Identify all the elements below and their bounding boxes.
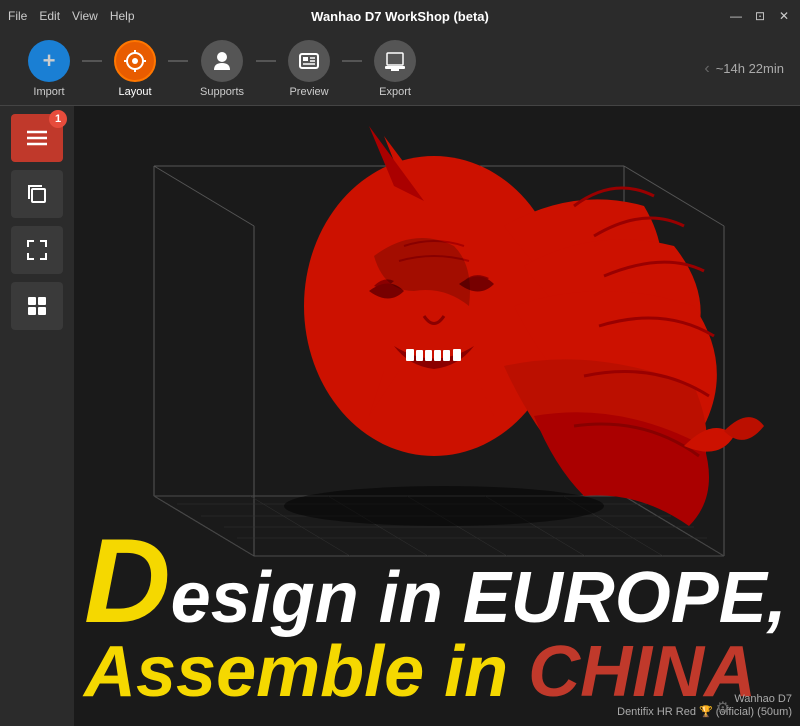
layout-label: Layout [118, 86, 151, 98]
time-value: ~14h 22min [716, 61, 784, 76]
export-icon [374, 40, 416, 82]
toolbar: + Import Layout Supports [0, 32, 800, 106]
promo-big-d: D [84, 514, 171, 648]
sidebar: 1 [0, 106, 74, 726]
time-arrow-icon: ‹ [704, 60, 709, 78]
toolbar-import[interactable]: + Import [16, 34, 82, 104]
toolbar-connector-2 [168, 60, 188, 62]
import-icon: + [28, 40, 70, 82]
printer-model: Wanhao D7 [617, 693, 792, 705]
sidebar-copy-button[interactable] [11, 170, 63, 218]
layers-badge: 1 [49, 110, 67, 128]
menu-bar[interactable]: File Edit View Help [8, 9, 135, 23]
promo-text: Design in EUROPE, Assemble in CHINA [74, 524, 800, 706]
maximize-button[interactable]: ⊡ [752, 8, 768, 24]
preview-label: Preview [289, 86, 328, 98]
window-title: Wanhao D7 WorkShop (beta) [311, 9, 489, 24]
menu-help[interactable]: Help [110, 9, 135, 23]
toolbar-connector-4 [342, 60, 362, 62]
sidebar-grid-button[interactable] [11, 282, 63, 330]
import-label: Import [33, 86, 64, 98]
bottom-right-info: Wanhao D7 Dentifix HR Red 🏆 (official) (… [617, 693, 792, 718]
toolbar-preview[interactable]: Preview [276, 34, 342, 104]
sidebar-layers-button[interactable]: 1 [11, 114, 63, 162]
promo-line1: Design in EUROPE, [84, 524, 790, 638]
toolbar-export[interactable]: Export [362, 34, 428, 104]
preview-icon [288, 40, 330, 82]
settings-corner-icon[interactable]: ⚙ [716, 698, 730, 718]
promo-assemble: Assemble in [84, 632, 528, 712]
minimize-button[interactable]: — [728, 8, 744, 24]
toolbar-connector-1 [82, 60, 102, 62]
toolbar-layout[interactable]: Layout [102, 34, 168, 104]
export-label: Export [379, 86, 411, 98]
menu-file[interactable]: File [8, 9, 27, 23]
supports-label: Supports [200, 86, 244, 98]
viewport[interactable]: Design in EUROPE, Assemble in CHINA Wanh… [74, 106, 800, 726]
menu-edit[interactable]: Edit [39, 9, 60, 23]
close-button[interactable]: ✕ [776, 8, 792, 24]
time-estimate: ‹ ~14h 22min [704, 60, 784, 78]
supports-icon [201, 40, 243, 82]
menu-view[interactable]: View [72, 9, 98, 23]
toolbar-supports[interactable]: Supports [188, 34, 256, 104]
title-bar: File Edit View Help Wanhao D7 WorkShop (… [0, 0, 800, 32]
toolbar-connector-3 [256, 60, 276, 62]
promo-line1-rest: esign in EUROPE, [171, 558, 787, 638]
sidebar-expand-button[interactable] [11, 226, 63, 274]
layout-icon [114, 40, 156, 82]
window-controls[interactable]: — ⊡ ✕ [728, 8, 792, 24]
resin-info: Dentifix HR Red 🏆 (official) (50um) [617, 705, 792, 718]
